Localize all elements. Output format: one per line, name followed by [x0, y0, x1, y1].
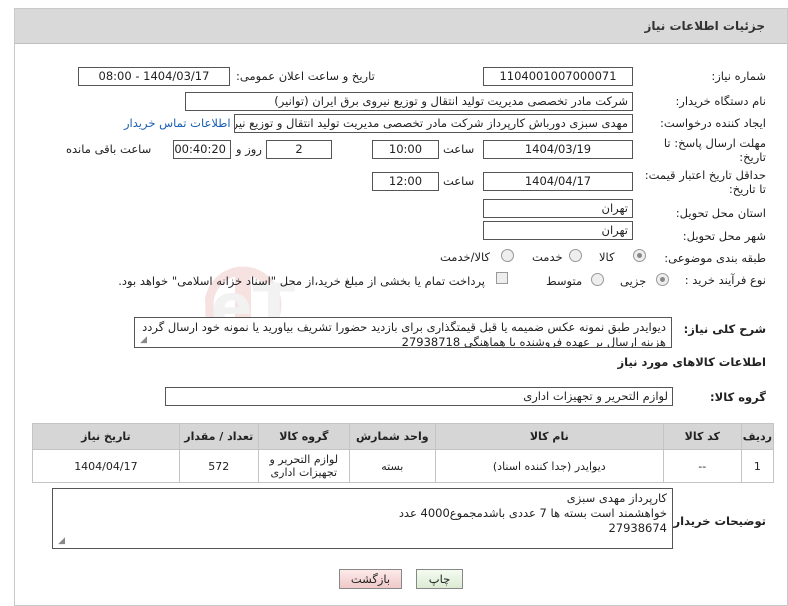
deadline-time-field: 10:00 — [372, 140, 439, 159]
page-title: جزئیات اطلاعات نیاز — [644, 19, 765, 33]
resize-handle-icon[interactable]: ◢ — [137, 335, 147, 345]
cell-quantity: 572 — [178, 449, 259, 483]
category-goods-radio[interactable] — [633, 249, 646, 262]
table-row: 1 -- دیوایدر (جدا کننده اسناد) بسته لواز… — [32, 449, 775, 483]
buyer-notes-line-3: 27938674 — [608, 521, 667, 535]
days-label: روز و — [236, 142, 262, 156]
print-button[interactable]: چاپ — [416, 569, 463, 589]
buyer-org-label: نام دستگاه خریدار: — [675, 94, 766, 108]
category-service-radio[interactable] — [569, 249, 582, 262]
min-validity-label: حداقل تاریخ اعتبار قیمت: — [644, 168, 766, 182]
deadline-date-label: تاریخ: — [739, 150, 766, 164]
panel-header: جزئیات اطلاعات نیاز — [15, 9, 787, 44]
description-textarea[interactable]: دیوایدر طبق نمونه عکس ضمیمه یا قبل قیمتگ… — [134, 317, 672, 348]
col-group: گروه کالا — [257, 423, 350, 450]
col-row: ردیف — [740, 423, 775, 450]
col-code: کد کالا — [662, 423, 742, 450]
back-button[interactable]: بازگشت — [339, 569, 402, 589]
buyer-org-field: شرکت مادر تخصصی مدیریت تولید انتقال و تو… — [185, 92, 633, 111]
validity-time-label: ساعت — [443, 174, 475, 188]
col-unit: واحد شمارش — [348, 423, 436, 450]
process-minor-radio[interactable] — [656, 273, 669, 286]
category-goods-service-label: کالا/خدمت — [440, 250, 491, 264]
deadline-label: مهلت ارسال پاسخ: تا — [663, 136, 766, 150]
validity-time-field: 12:00 — [372, 172, 439, 191]
description-label: شرح کلی نیاز: — [683, 322, 766, 336]
city-label: شهر محل تحویل: — [682, 229, 766, 243]
col-need-date: تاریخ نیاز — [32, 423, 180, 450]
process-type-label: نوع فرآیند خرید : — [684, 273, 766, 287]
buyer-contact-link[interactable]: اطلاعات تماس خریدار — [124, 116, 231, 130]
col-name: نام کالا — [434, 423, 664, 450]
goods-section-title: اطلاعات کالاهای مورد نیاز — [617, 355, 766, 369]
cell-unit: بسته — [348, 449, 436, 483]
need-number-label: شماره نیاز: — [711, 69, 766, 83]
category-label: طبقه بندی موضوعی: — [664, 251, 766, 265]
validity-date-field: 1404/04/17 — [483, 172, 633, 191]
announce-date-label: تاریخ و ساعت اعلان عمومی: — [236, 69, 375, 83]
buyer-notes-label: توضیحات خریدار: — [668, 514, 766, 528]
deadline-time-label: ساعت — [443, 142, 475, 156]
goods-group-field: لوازم التحریر و تجهیزات اداری — [165, 387, 673, 406]
category-service-label: خدمت — [532, 250, 563, 264]
remaining-time-label: ساعت باقی مانده — [66, 142, 152, 156]
category-goods-label: کالا — [599, 250, 615, 264]
description-line-1: دیوایدر طبق نمونه عکس ضمیمه یا قبل قیمتگ… — [142, 320, 666, 334]
announce-date-field: 1404/03/17 - 08:00 — [78, 67, 230, 86]
remaining-time-field: 00:40:20 — [173, 140, 231, 159]
col-quantity: تعداد / مقدار — [178, 423, 259, 450]
creator-label: ایجاد کننده درخواست: — [660, 116, 766, 130]
city-field: تهران — [483, 221, 633, 240]
province-field: تهران — [483, 199, 633, 218]
cell-code: -- — [662, 449, 742, 483]
treasury-payment-checkbox[interactable] — [496, 272, 508, 284]
goods-group-label: گروه کالا: — [710, 390, 766, 404]
treasury-payment-note: پرداخت تمام یا بخشی از مبلغ خرید،از محل … — [118, 274, 485, 288]
cell-row: 1 — [740, 449, 775, 483]
goods-table: ردیف کد کالا نام کالا واحد شمارش گروه کا… — [32, 423, 775, 483]
cell-group: لوازم التحریر و تجهیزات اداری — [257, 449, 350, 483]
process-medium-radio[interactable] — [591, 273, 604, 286]
need-number-field: 1104001007000071 — [483, 67, 633, 86]
goods-table-header: ردیف کد کالا نام کالا واحد شمارش گروه کا… — [32, 423, 775, 450]
buyer-notes-line-1: کارپرداز مهدی سبزی — [566, 491, 667, 505]
creator-field: مهدی سبزی دورباش کارپرداز شرکت مادر تخصص… — [234, 114, 633, 133]
cell-need-date: 1404/04/17 — [32, 449, 180, 483]
resize-handle-icon[interactable]: ◢ — [55, 536, 65, 546]
min-validity-date-label: تا تاریخ: — [728, 182, 766, 196]
buyer-notes-line-2: خواهشمند است بسته ها 7 عددی باشدمجموع400… — [398, 506, 667, 520]
deadline-date-field: 1404/03/19 — [483, 140, 633, 159]
days-remaining-field: 2 — [266, 140, 332, 159]
description-line-2: هزینه ارسال بر عهده فروشنده با هماهنگی 2… — [401, 335, 666, 348]
process-minor-label: جزیی — [620, 274, 647, 288]
province-label: استان محل تحویل: — [675, 206, 766, 220]
process-medium-label: متوسط — [546, 274, 583, 288]
buyer-notes-textarea[interactable]: کارپرداز مهدی سبزی خواهشمند است بسته ها … — [52, 488, 673, 549]
cell-name: دیوایدر (جدا کننده اسناد) — [434, 449, 664, 483]
category-goods-service-radio[interactable] — [501, 249, 514, 262]
